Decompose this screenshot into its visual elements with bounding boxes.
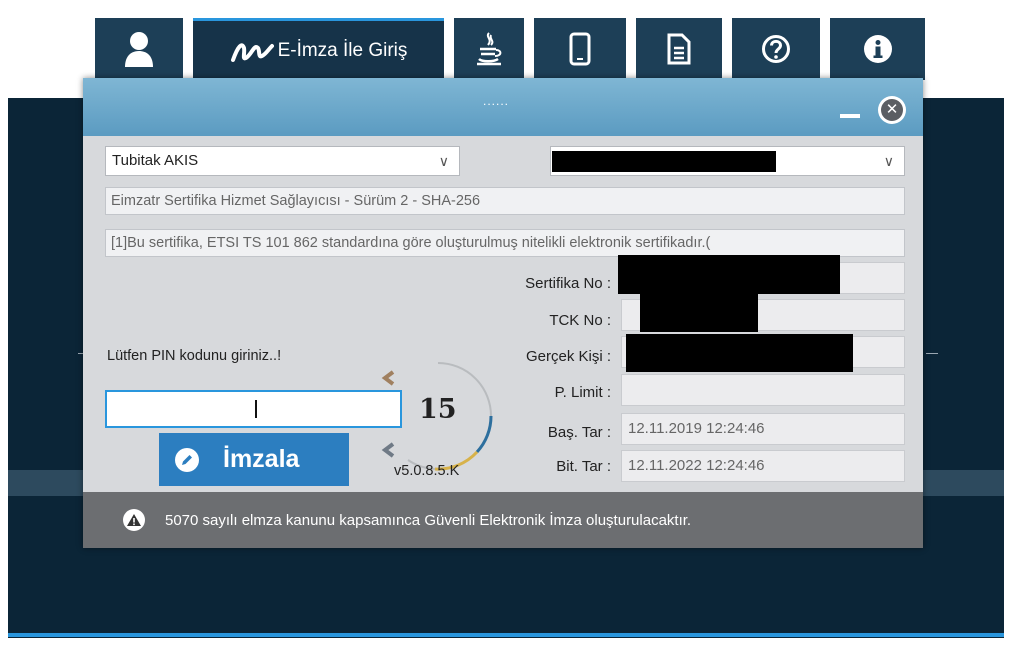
bottom-accent-line — [8, 633, 1004, 637]
pen-icon — [175, 447, 199, 472]
chevron-down-icon: ∨ — [883, 153, 894, 169]
end-date-field: 12.11.2022 12:24:46 — [621, 450, 905, 482]
certificate-description-field: [1]Bu sertifika, ETSI TS 101 862 standar… — [105, 229, 905, 257]
provider-info-field: Eimzatr Sertifika Hizmet Sağlayıcısı - S… — [105, 187, 905, 215]
chevron-down-icon: ∨ — [438, 153, 449, 169]
text-caret — [255, 400, 257, 418]
sign-button-label: İmzala — [223, 445, 300, 473]
info-icon — [863, 35, 892, 63]
tab-eimza[interactable]: E-İmza İle Giriş — [193, 18, 444, 80]
redacted-serial — [618, 255, 840, 294]
tab-mobile[interactable] — [534, 18, 626, 80]
tab-eimza-label: E-İmza İle Giriş — [277, 39, 408, 61]
close-button[interactable]: ✕ — [878, 96, 906, 124]
signing-dialog: ...... ✕ Tubitak AKIS ∨ ∨ Eimzatr Sertif… — [83, 78, 923, 548]
provider-select-value: Tubitak AKIS — [112, 152, 199, 169]
warning-icon — [123, 509, 145, 531]
limit-field — [621, 374, 905, 406]
countdown-value: 15 — [419, 394, 457, 425]
tab-info[interactable] — [830, 18, 925, 80]
tab-java[interactable] — [454, 18, 524, 80]
mobile-icon — [569, 32, 591, 66]
start-date-field: 12.11.2019 12:24:46 — [621, 413, 905, 445]
document-icon — [667, 33, 691, 65]
pin-prompt: Lütfen PIN kodunu giriniz..! — [107, 348, 282, 364]
version-label: v5.0.8.5.K — [394, 463, 460, 479]
tab-document[interactable] — [636, 18, 722, 80]
drag-grip[interactable]: ...... — [483, 94, 509, 108]
legal-notice-bar: 5070 sayılı elmza kanunu kapsamınca Güve… — [83, 492, 923, 548]
help-icon — [762, 35, 790, 63]
tab-help[interactable] — [732, 18, 820, 80]
user-icon — [125, 32, 153, 67]
redacted-certificate-name — [552, 151, 776, 172]
provider-select[interactable]: Tubitak AKIS ∨ — [105, 146, 460, 176]
serial-label: Sertifika No : — [525, 275, 611, 292]
eimza-logo-icon — [230, 42, 274, 62]
pin-input[interactable] — [105, 390, 402, 428]
minimize-button[interactable] — [840, 114, 860, 118]
close-icon: ✕ — [881, 99, 903, 121]
redacted-person — [626, 334, 853, 372]
legal-notice-text: 5070 sayılı elmza kanunu kapsamınca Güve… — [165, 511, 692, 529]
tab-user[interactable] — [95, 18, 183, 80]
redacted-tck — [640, 294, 758, 332]
dialog-title-bar[interactable]: ...... ✕ — [83, 78, 923, 136]
java-icon — [477, 32, 502, 66]
divider-right — [926, 353, 938, 354]
tck-label: TCK No : — [549, 312, 611, 329]
sign-button[interactable]: İmzala — [159, 433, 349, 486]
